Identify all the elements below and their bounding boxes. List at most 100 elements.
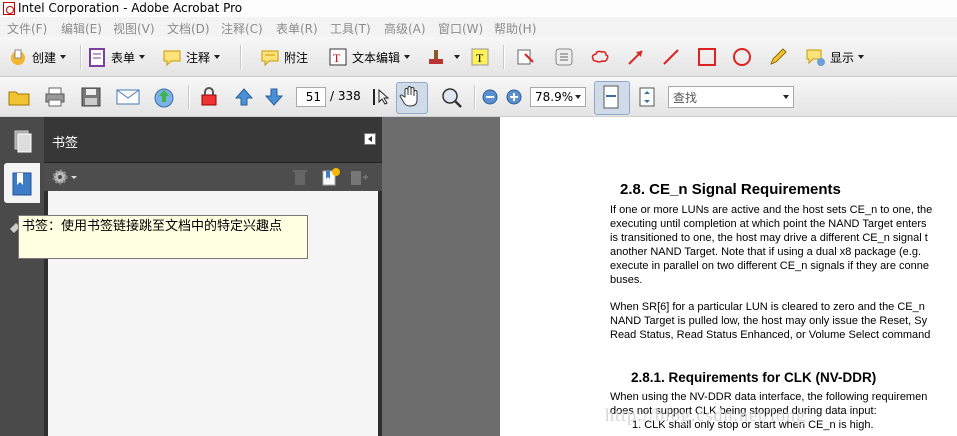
- select-text-cursor-icon[interactable]: [368, 86, 390, 108]
- menu-advanced[interactable]: 高级(A): [384, 20, 426, 37]
- bookmark-icon: [12, 172, 32, 196]
- show-label: 显示: [830, 50, 855, 65]
- save-icon[interactable]: [80, 86, 102, 108]
- svg-text:T: T: [333, 51, 341, 65]
- zoom-level-select[interactable]: 78.9%: [530, 87, 586, 107]
- pages-icon: [14, 130, 32, 153]
- stamp-icon: [426, 47, 446, 67]
- menu-window[interactable]: 窗口(W): [438, 20, 483, 37]
- menu-bar: 文件(F) 编辑(E) 视图(V) 文档(D) 注释(C) 表单(R) 工具(T…: [0, 17, 957, 37]
- menu-tools[interactable]: 工具(T): [330, 20, 371, 37]
- chevron-down-icon: [60, 55, 67, 59]
- fit-width-page-icon: [603, 85, 619, 109]
- window-title: Intel Corporation - Adobe Acrobat Pro: [18, 1, 243, 15]
- page-number-input[interactable]: 51: [296, 87, 326, 107]
- create-button[interactable]: 创建: [8, 45, 67, 69]
- pages-tab[interactable]: [4, 121, 40, 161]
- note-label: 附注: [284, 50, 309, 65]
- rectangle-tool-icon[interactable]: [696, 46, 718, 68]
- list-icon[interactable]: [553, 46, 575, 68]
- form-icon: [87, 47, 107, 67]
- paragraph-line: another NAND Target. Note that if using …: [610, 246, 922, 258]
- find-input[interactable]: 查找: [668, 86, 794, 108]
- sticky-note-icon: [260, 47, 280, 67]
- find-placeholder: 查找: [673, 91, 698, 105]
- paragraph-line: Read Status, Read Status Enhanced, or Vo…: [610, 329, 931, 341]
- open-folder-icon[interactable]: [8, 86, 30, 108]
- menu-comment[interactable]: 注释(C): [221, 20, 263, 37]
- create-pdf-icon: [8, 47, 28, 67]
- previous-page-icon[interactable]: [233, 86, 255, 108]
- text-correction-icon[interactable]: [515, 46, 537, 68]
- new-bookmark-button[interactable]: [320, 167, 342, 187]
- highlight-text-button[interactable]: T: [470, 45, 494, 69]
- chevron-down-icon: [404, 55, 411, 59]
- chevron-down-icon: [858, 55, 865, 59]
- secure-icon[interactable]: [198, 86, 220, 108]
- new-bookmark-icon: [322, 168, 340, 186]
- menu-help[interactable]: 帮助(H): [494, 20, 536, 37]
- stamp-button[interactable]: [426, 45, 460, 69]
- collapse-panel-button[interactable]: [364, 133, 376, 145]
- text-edit-icon: T: [328, 47, 348, 67]
- line-tool-icon[interactable]: [660, 46, 682, 68]
- paragraph-line: If one or more LUNs are active and the h…: [610, 204, 933, 216]
- title-bar: Intel Corporation - Adobe Acrobat Pro: [0, 0, 957, 17]
- comment-bubble-icon: [162, 47, 182, 67]
- task-toolbar: 创建 表单 注释 附注 T 文本编辑 T 显示: [0, 37, 957, 77]
- oval-tool-icon[interactable]: [731, 46, 753, 68]
- toolbar-divider: [80, 45, 82, 69]
- zoom-level-value: 78.9%: [535, 90, 574, 104]
- next-page-icon[interactable]: [263, 86, 285, 108]
- gear-icon: [52, 169, 77, 185]
- menu-forms[interactable]: 表单(R): [276, 20, 318, 37]
- menu-file[interactable]: 文件(F): [7, 20, 47, 37]
- text-edit-button[interactable]: T 文本编辑: [328, 45, 411, 69]
- zoom-out-icon[interactable]: [480, 86, 502, 108]
- toolbar-divider: [240, 45, 242, 69]
- menu-edit[interactable]: 编辑(E): [61, 20, 102, 37]
- bookmarks-tab[interactable]: [4, 163, 40, 203]
- pencil-tool-icon[interactable]: [767, 46, 789, 68]
- options-menu-button[interactable]: [50, 167, 80, 187]
- text-edit-label: 文本编辑: [352, 50, 401, 65]
- watermark-text: http://blog.csdn.net/long: [605, 405, 806, 425]
- show-button[interactable]: 显示: [806, 45, 865, 69]
- zoom-in-icon[interactable]: [504, 86, 526, 108]
- bookmarks-panel: 书签: [44, 117, 382, 436]
- expand-bookmark-icon: [351, 171, 368, 185]
- print-icon[interactable]: [44, 86, 66, 108]
- paragraph-line: executing until completion at which poin…: [610, 218, 927, 230]
- scrolling-mode-button[interactable]: [594, 81, 630, 115]
- hand-tool-button[interactable]: [396, 82, 428, 114]
- chevron-down-icon: [139, 55, 146, 59]
- forms-button[interactable]: 表单: [87, 45, 146, 69]
- bookmarks-panel-toolbar: [44, 163, 382, 191]
- toolbar-divider: [474, 85, 476, 109]
- hand-icon: [399, 86, 418, 107]
- note-button[interactable]: 附注: [260, 45, 308, 69]
- upload-icon[interactable]: [152, 86, 174, 108]
- paragraph-line: NAND Target is pulled low, the host may …: [610, 315, 928, 327]
- fit-page-icon[interactable]: [636, 86, 658, 108]
- page-total-label: / 338: [330, 89, 361, 103]
- paragraph-line: When using the NV-DDR data interface, th…: [610, 391, 928, 403]
- marquee-zoom-icon[interactable]: [440, 86, 462, 108]
- file-toolbar: 51 / 338 78.9% 查找: [0, 77, 957, 117]
- document-page[interactable]: 2.8. CE_n Signal Requirements If one or …: [500, 117, 957, 436]
- toolbar-divider: [188, 85, 190, 109]
- paragraph-line: buses.: [610, 274, 643, 286]
- delete-bookmark-button[interactable]: [290, 167, 310, 187]
- email-icon[interactable]: [116, 86, 140, 108]
- menu-view[interactable]: 视图(V): [113, 20, 155, 37]
- cloud-icon[interactable]: [589, 46, 611, 68]
- acrobat-app-icon: [3, 2, 15, 15]
- comment-button[interactable]: 注释: [162, 45, 221, 69]
- show-comments-icon: [806, 47, 826, 67]
- menu-document[interactable]: 文档(D): [167, 20, 210, 37]
- bookmarks-panel-title: 书签: [52, 136, 79, 151]
- arrow-tool-icon[interactable]: [625, 46, 647, 68]
- expand-bookmark-button[interactable]: [348, 167, 370, 187]
- subsection-heading: 2.8.1. Requirements for CLK (NV-DDR): [631, 370, 877, 385]
- bookmarks-tooltip: 书签：使用书签链接跳至文档中的特定兴趣点: [18, 215, 308, 259]
